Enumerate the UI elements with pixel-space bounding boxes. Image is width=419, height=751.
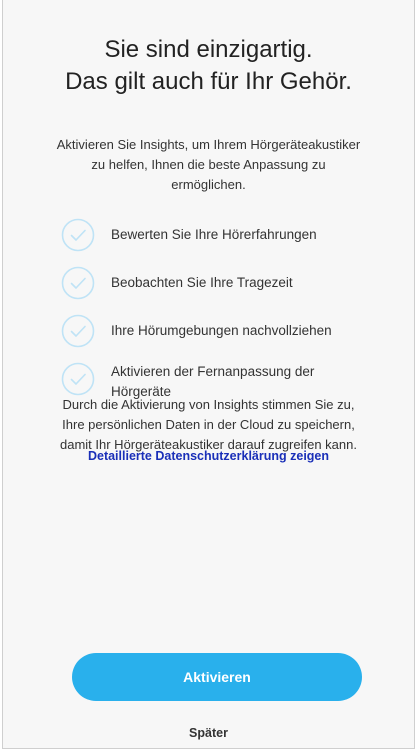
feature-label: Ihre Hörumgebungen nachvollziehen (111, 323, 332, 338)
feature-label: Beobachten Sie Ihre Tragezeit (111, 275, 293, 290)
privacy-policy-link[interactable]: Detaillierte Datenschutzerklärung zeigen (3, 449, 414, 463)
intro-line-3: ermöglichen. (171, 177, 246, 192)
feature-label: Bewerten Sie Ihre Hörerfahrungen (111, 227, 317, 242)
intro-text: Aktivieren Sie Insights, um Ihrem Hörger… (7, 135, 410, 195)
check-circle-icon (61, 362, 95, 396)
consent-line-1: Durch die Aktivierung von Insights stimm… (62, 397, 355, 412)
headline: Sie sind einzigartig. Das gilt auch für … (3, 34, 414, 98)
feature-item: Bewerten Sie Ihre Hörerfahrungen (61, 218, 394, 252)
headline-line-1: Sie sind einzigartig. (104, 36, 313, 63)
feature-item: Beobachten Sie Ihre Tragezeit (61, 266, 394, 300)
check-circle-icon (61, 266, 95, 300)
intro-line-1: Aktivieren Sie Insights, um Ihrem Hörger… (56, 137, 361, 152)
check-circle-icon (61, 314, 95, 348)
feature-list: Bewerten Sie Ihre Hörerfahrungen Beobach… (61, 218, 394, 416)
headline-line-2: Das gilt auch für Ihr Gehör. (65, 68, 352, 95)
activate-button[interactable]: Aktivieren (72, 653, 362, 701)
feature-item: Ihre Hörumgebungen nachvollziehen (61, 314, 394, 348)
later-link[interactable]: Später (3, 726, 414, 740)
onboarding-screen: Sie sind einzigartig. Das gilt auch für … (2, 0, 415, 749)
consent-text: Durch die Aktivierung von Insights stimm… (7, 395, 410, 455)
consent-line-2: Ihre persönlichen Daten in der Cloud zu … (62, 417, 355, 432)
intro-line-2: zu helfen, Ihnen die beste Anpassung zu (91, 157, 326, 172)
check-circle-icon (61, 218, 95, 252)
